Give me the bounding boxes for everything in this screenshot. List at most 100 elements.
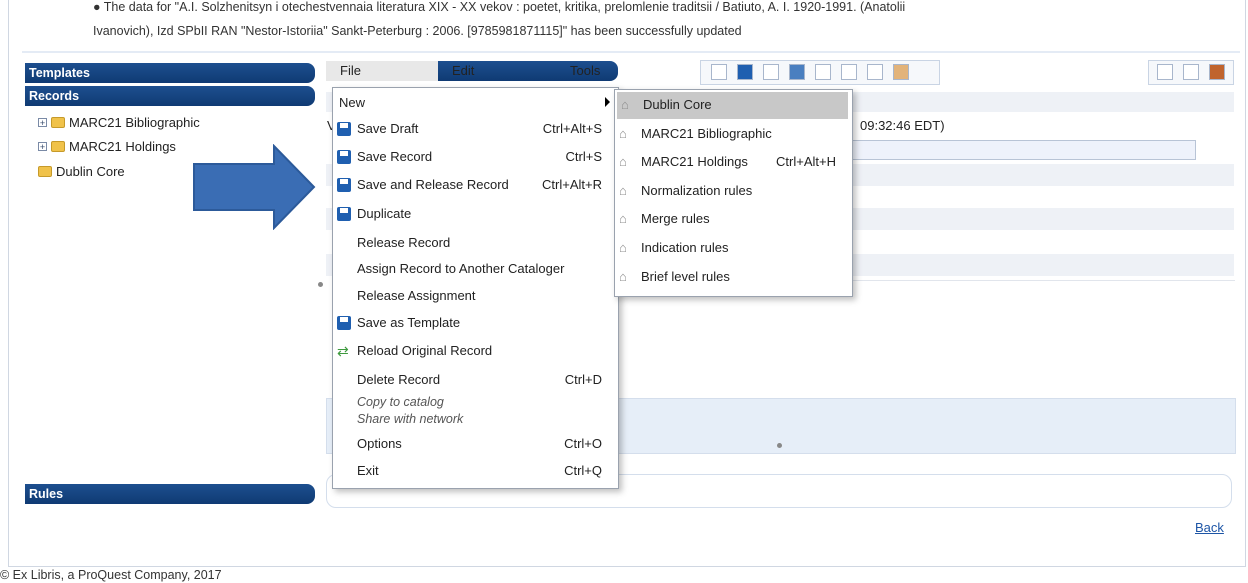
new-submenu-item-shortcut: Ctrl+Alt+H [776, 154, 836, 170]
file-menu-item[interactable]: Save and Release Record Ctrl+Alt+R [333, 172, 618, 198]
file-menu-item[interactable]: Assign Record to Another Cataloger [333, 256, 618, 282]
tree-item-marc21-holdings[interactable]: + MARC21 Holdings [38, 139, 176, 154]
submenu-arrow-icon [605, 97, 610, 107]
splitter-handle[interactable] [777, 443, 782, 448]
new-submenu-item-label: MARC21 Bibliographic [641, 125, 772, 141]
new-submenu-item[interactable]: ⌂ Indication rules [615, 235, 852, 262]
clipboard-icon[interactable] [815, 64, 831, 80]
separator [22, 51, 1240, 53]
file-menu-item[interactable]: Delete Record Ctrl+D [333, 367, 618, 393]
record-field-input[interactable] [846, 140, 1196, 160]
file-menu-item[interactable]: New [333, 90, 618, 116]
new-submenu-item[interactable]: ⌂ Merge rules [615, 206, 852, 233]
file-menu-item-shortcut: Ctrl+D [564, 372, 602, 387]
file-menu-item[interactable]: Save as Template [333, 310, 618, 336]
new-submenu-item[interactable]: ⌂ Brief level rules [615, 264, 852, 291]
file-menu-item-shortcut: Ctrl+Alt+S [542, 121, 602, 136]
file-menu-item[interactable]: Save Record Ctrl+S [333, 144, 618, 170]
file-menu-item-label: Save and Release Record [357, 177, 509, 192]
records-header[interactable]: Records [25, 86, 315, 106]
save-icon [337, 316, 351, 330]
new-submenu-item[interactable]: ⌂ Dublin Core [617, 92, 848, 119]
folder-icon [51, 141, 65, 152]
file-menu-item-label: Save Draft [357, 121, 419, 136]
file-menu-item-label: Options [357, 436, 402, 451]
file-menu-item-shortcut: Ctrl+Alt+R [542, 177, 602, 192]
file-menu-item-label: Reload Original Record [357, 343, 493, 358]
institution-icon: ⌂ [619, 125, 627, 141]
tree-item-label: Dublin Core [56, 164, 125, 179]
file-menu-item[interactable]: Save Draft Ctrl+Alt+S [333, 116, 618, 142]
reload-icon: ⇄ [337, 343, 349, 359]
file-menu-item[interactable]: Exit Ctrl+Q [333, 458, 618, 484]
file-menu-item[interactable]: Release Record [333, 230, 618, 256]
new-submenu-item-label: Normalization rules [641, 182, 753, 198]
back-link[interactable]: Back [1195, 520, 1224, 535]
new-submenu-item-label: Merge rules [641, 211, 710, 227]
institution-icon: ⌂ [619, 154, 627, 170]
status-message-line-2: Ivanovich), Izd SPbII RAN "Nestor-Istori… [93, 24, 742, 38]
file-menu-item-shortcut: Ctrl+O [564, 436, 602, 451]
file-menu-item-label: Release Assignment [357, 288, 476, 303]
file-menu-item-label: Duplicate [357, 206, 412, 221]
view-icon[interactable] [1157, 64, 1173, 80]
file-menu-item-label: Save Record [357, 149, 433, 164]
record-icon[interactable] [789, 64, 805, 80]
save-icon [337, 122, 351, 136]
new-submenu-item[interactable]: ⌂ MARC21 Holdings Ctrl+Alt+H [615, 149, 852, 176]
menu-tools[interactable]: Tools [570, 63, 600, 78]
toolbar [700, 60, 940, 85]
menu-edit[interactable]: Edit [452, 63, 474, 78]
save-icon [337, 207, 351, 221]
expand-icon[interactable]: + [38, 118, 47, 128]
file-menu: New Save Draft Ctrl+Alt+S Save Record Ctrl+S… [332, 87, 619, 489]
file-menu-item-label: New [339, 95, 366, 110]
new-submenu-item[interactable]: ⌂ Normalization rules [615, 178, 852, 205]
new-submenu-item-label: MARC21 Holdings [641, 154, 748, 170]
institution-icon: ⌂ [621, 97, 629, 112]
file-menu-item-label: Exit [357, 463, 379, 478]
file-menu-item[interactable]: Duplicate [333, 201, 618, 227]
toolbar-right [1148, 60, 1234, 85]
rules-header[interactable]: Rules [25, 484, 315, 504]
file-menu-item[interactable]: Release Assignment [333, 283, 618, 309]
file-menu-item[interactable]: ⇄ Reload Original Record [333, 338, 618, 364]
footer-copyright: © Ex Libris, a ProQuest Company, 2017 [0, 568, 222, 582]
institution-icon: ⌂ [619, 211, 627, 227]
status-message-line-1: ● The data for "A.I. Solzhenitsyn i otec… [93, 0, 906, 14]
template-icon[interactable] [763, 64, 779, 80]
file-menu-item-label: Copy to catalog [357, 395, 444, 409]
tree-item-marc21-bibliographic[interactable]: + MARC21 Bibliographic [38, 115, 200, 130]
file-menu-item-label: Delete Record [357, 372, 441, 387]
file-menu-item-label: Release Record [357, 235, 451, 250]
file-menu-item-shortcut: Ctrl+Q [564, 463, 602, 478]
file-menu-item-label: Save as Template [357, 315, 461, 330]
add-field-icon[interactable] [711, 64, 727, 80]
splitter-handle[interactable] [318, 282, 323, 287]
fullscreen-icon[interactable] [1183, 64, 1199, 80]
folder-icon [51, 117, 65, 128]
save-icon [337, 150, 351, 164]
menu-file[interactable]: File [340, 63, 361, 78]
file-menu-item[interactable]: Options Ctrl+O [333, 431, 618, 457]
expand-icon[interactable]: + [38, 142, 47, 152]
file-menu-item: Copy to catalog [333, 393, 618, 411]
file-menu-item-shortcut: Ctrl+S [565, 149, 602, 164]
briefcase-icon[interactable] [893, 64, 909, 80]
templates-header[interactable]: Templates [25, 63, 315, 83]
new-submenu: ⌂ Dublin Core ⌂ MARC21 Bibliographic ⌂ MARC21… [614, 89, 853, 297]
tree-item-label: MARC21 Bibliographic [69, 115, 200, 130]
institution-icon: ⌂ [619, 268, 627, 284]
file-menu-item-label: Share with network [357, 412, 464, 426]
institution-icon: ⌂ [619, 182, 627, 198]
paste-icon[interactable] [867, 64, 883, 80]
copy-icon[interactable] [841, 64, 857, 80]
new-submenu-item-label: Indication rules [641, 240, 729, 255]
new-submenu-item[interactable]: ⌂ MARC21 Bibliographic [615, 121, 852, 148]
tree-item-dublin-core[interactable]: Dublin Core [38, 164, 125, 179]
exit-icon[interactable] [1209, 64, 1225, 80]
record-timestamp: 09:32:46 EDT) [860, 118, 945, 133]
save-icon[interactable] [737, 64, 753, 80]
new-submenu-item-label: Brief level rules [641, 268, 730, 284]
tree-item-label: MARC21 Holdings [69, 139, 176, 154]
